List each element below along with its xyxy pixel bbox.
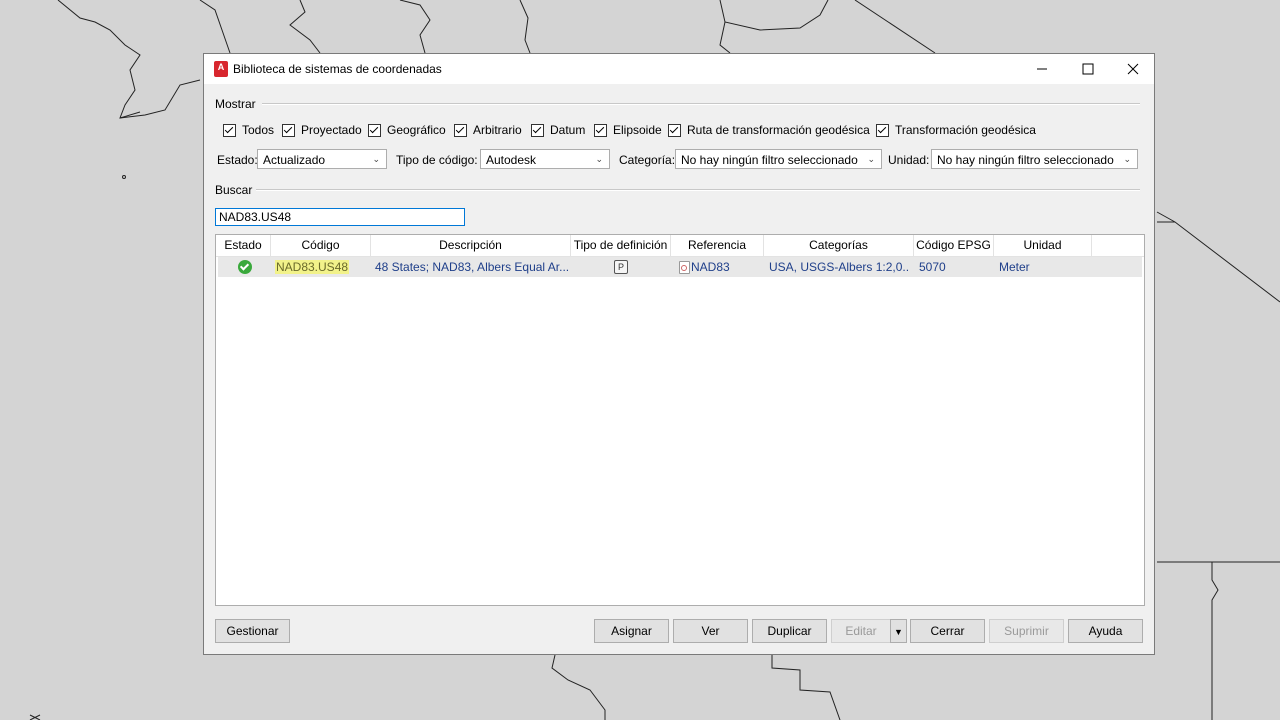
column-header-tipo[interactable]: Tipo de definición — [571, 235, 671, 256]
datum-reference-icon — [679, 261, 690, 274]
maximize-icon — [1082, 63, 1094, 75]
chevron-down-icon: ⌄ — [372, 154, 380, 164]
column-header-unidad[interactable]: Unidad — [994, 235, 1092, 256]
checkbox-checked-icon[interactable] — [668, 123, 681, 137]
checkbox-checked-icon[interactable] — [368, 123, 381, 137]
duplicar-button[interactable]: Duplicar — [752, 619, 827, 643]
unidad-label: Unidad: — [888, 153, 930, 167]
cell-unidad: Meter — [999, 260, 1030, 274]
filter-checkbox-item[interactable]: Geográfico — [368, 123, 446, 137]
checkbox-checked-icon[interactable] — [454, 123, 467, 137]
checkbox-label: Transformación geodésica — [895, 123, 1036, 137]
buscar-divider — [256, 189, 1140, 191]
checkbox-label: Proyectado — [301, 123, 362, 137]
checkbox-label: Ruta de transformación geodésica — [687, 123, 870, 137]
search-input[interactable] — [215, 208, 465, 226]
chevron-down-icon: ⌄ — [1123, 154, 1131, 164]
chevron-down-icon: ⌄ — [867, 154, 875, 164]
unidad-dropdown[interactable]: No hay ningún filtro seleccionado ⌄ — [931, 149, 1138, 169]
estado-value: Actualizado — [263, 153, 326, 167]
checkbox-checked-icon[interactable] — [282, 123, 295, 137]
close-button[interactable] — [1110, 54, 1156, 84]
chevron-down-icon: ⌄ — [595, 154, 603, 164]
caret-down-icon: ▼ — [894, 627, 903, 637]
minimize-button[interactable] — [1019, 54, 1065, 84]
categoria-label: Categoría: — [619, 153, 676, 167]
editar-button[interactable]: Editar — [831, 619, 891, 643]
coordinate-library-dialog: A Biblioteca de sistemas de coordenadas … — [203, 53, 1155, 655]
minimize-icon — [1037, 68, 1047, 70]
categoria-dropdown[interactable]: No hay ningún filtro seleccionado ⌄ — [675, 149, 882, 169]
unidad-value: No hay ningún filtro seleccionado — [937, 153, 1114, 167]
buscar-section-label: Buscar — [215, 183, 253, 197]
editar-dropdown-button[interactable]: ▼ — [890, 619, 907, 643]
cell-categorias: USA, USGS-Albers 1:2,0... — [769, 260, 909, 274]
tipo-codigo-value: Autodesk — [486, 153, 537, 167]
cell-epsg: 5070 — [919, 260, 946, 274]
results-table: Estado Código Descripción Tipo de defini… — [215, 234, 1145, 606]
filter-checkbox-item[interactable]: Transformación geodésica — [876, 123, 1036, 137]
table-header: Estado Código Descripción Tipo de defini… — [216, 235, 1144, 257]
dialog-title: Biblioteca de sistemas de coordenadas — [233, 62, 442, 76]
filter-checkbox-item[interactable]: Ruta de transformación geodésica — [668, 123, 870, 137]
column-header-categorias[interactable]: Categorías — [764, 235, 914, 256]
table-row[interactable]: NAD83.US48 48 States; NAD83, Albers Equa… — [218, 257, 1142, 277]
filter-checkbox-item[interactable]: Arbitrario — [454, 123, 522, 137]
categoria-value: No hay ningún filtro seleccionado — [681, 153, 858, 167]
status-ok-icon — [238, 260, 252, 274]
close-icon — [1127, 63, 1139, 75]
mostrar-section-label: Mostrar — [215, 97, 256, 111]
suprimir-button[interactable]: Suprimir — [989, 619, 1064, 643]
filter-checkbox-item[interactable]: Datum — [531, 123, 585, 137]
asignar-button[interactable]: Asignar — [594, 619, 669, 643]
search-match-highlight: NAD83.US48 — [275, 260, 350, 274]
column-header-epsg[interactable]: Código EPSG — [914, 235, 994, 256]
filter-checkbox-item[interactable]: Todos — [223, 123, 274, 137]
ayuda-button[interactable]: Ayuda — [1068, 619, 1143, 643]
filter-checkbox-item[interactable]: Elipsoide — [594, 123, 662, 137]
title-bar: A Biblioteca de sistemas de coordenadas — [204, 54, 1154, 84]
autocad-app-icon: A — [214, 61, 228, 77]
gestionar-button[interactable]: Gestionar — [215, 619, 290, 643]
estado-dropdown[interactable]: Actualizado ⌄ — [257, 149, 387, 169]
column-header-codigo[interactable]: Código — [271, 235, 371, 256]
cell-descripcion: 48 States; NAD83, Albers Equal Ar... — [375, 260, 570, 274]
checkbox-checked-icon[interactable] — [594, 123, 607, 137]
filter-checkbox-item[interactable]: Proyectado — [282, 123, 362, 137]
projected-type-icon: P — [614, 260, 628, 274]
checkbox-label: Geográfico — [387, 123, 446, 137]
checkbox-checked-icon[interactable] — [876, 123, 889, 137]
checkbox-label: Arbitrario — [473, 123, 522, 137]
checkbox-label: Todos — [242, 123, 275, 137]
estado-label: Estado: — [217, 153, 258, 167]
checkbox-checked-icon[interactable] — [531, 123, 544, 137]
maximize-button[interactable] — [1065, 54, 1111, 84]
tipo-codigo-dropdown[interactable]: Autodesk ⌄ — [480, 149, 610, 169]
mostrar-divider — [262, 103, 1140, 105]
checkbox-label: Elipsoide — [613, 123, 662, 137]
column-header-estado[interactable]: Estado — [216, 235, 271, 256]
cerrar-button[interactable]: Cerrar — [910, 619, 985, 643]
column-header-descripcion[interactable]: Descripción — [371, 235, 571, 256]
column-header-referencia[interactable]: Referencia — [671, 235, 764, 256]
checkbox-checked-icon[interactable] — [223, 123, 236, 137]
ver-button[interactable]: Ver — [673, 619, 748, 643]
cell-referencia: NAD83 — [691, 260, 730, 274]
checkbox-label: Datum — [550, 123, 586, 137]
tipo-codigo-label: Tipo de código: — [396, 153, 478, 167]
cell-codigo: NAD83.US48 — [275, 257, 350, 277]
